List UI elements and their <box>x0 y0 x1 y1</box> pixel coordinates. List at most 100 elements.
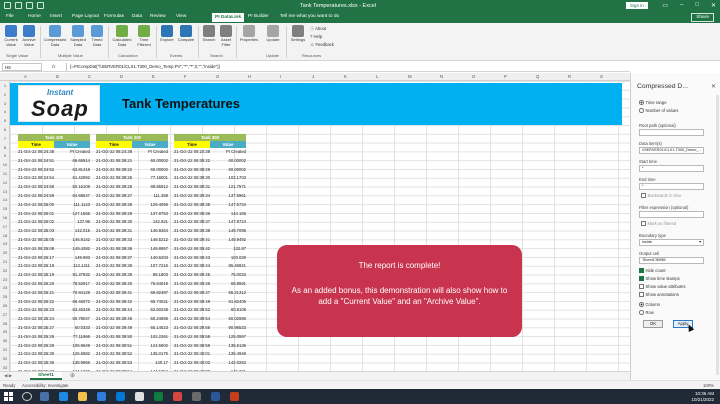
share-button[interactable]: Share <box>691 13 714 22</box>
tab-view[interactable]: View <box>176 14 186 19</box>
timestamp-cell[interactable]: 21-Oct-22 08:40:01 <box>174 350 220 359</box>
close-icon[interactable]: ✕ <box>711 83 716 90</box>
column-header[interactable]: E <box>152 74 155 79</box>
timestamp-cell[interactable]: 21-Oct-22 08:39:26 <box>96 183 142 192</box>
timestamp-cell[interactable]: 21-Oct-22 08:39:31 <box>96 227 142 236</box>
show-annotations-checkbox[interactable]: Show annotations <box>639 292 679 297</box>
column-header[interactable]: C <box>88 74 91 79</box>
column-header[interactable]: K <box>344 74 347 79</box>
value-header[interactable]: Value <box>132 141 168 148</box>
timestamp-cell[interactable]: 21-Oct-22 08:39:26 <box>96 174 142 183</box>
timed-data-button[interactable]: Timed Data <box>88 25 106 47</box>
timestamp-cell[interactable]: 21-Oct-22 08:39:29 <box>174 166 220 175</box>
properties-button[interactable]: Properties <box>238 25 260 43</box>
timestamp-cell[interactable]: 21-Oct-22 08:39:56 <box>174 324 220 333</box>
value-cell[interactable]: 121.7571 <box>220 183 246 192</box>
value-cell[interactable]: PI Created <box>142 148 168 157</box>
maximize-icon[interactable]: □ <box>695 2 699 9</box>
row-header[interactable]: 2 <box>0 92 10 97</box>
column-header[interactable]: P <box>504 74 507 79</box>
timestamp-cell[interactable]: 21-Oct-22 08:39:42 <box>96 298 142 307</box>
column-header[interactable]: Q <box>536 74 539 79</box>
timestamp-cell[interactable]: 21-Oct-22 08:39:40 <box>96 280 142 289</box>
column-header[interactable]: H <box>248 74 251 79</box>
timestamp-cell[interactable]: 21-Oct-22 08:39:52 <box>96 350 142 359</box>
timestamp-cell[interactable]: 21-Oct-22 08:39:33 <box>96 236 142 245</box>
task-view-icon[interactable] <box>40 392 49 401</box>
row-header[interactable]: 18 <box>0 233 10 238</box>
value-cell[interactable]: 66.65914 <box>64 157 90 166</box>
value-header[interactable]: Value <box>54 141 90 148</box>
value-cell[interactable]: 140.6203 <box>142 254 168 263</box>
current-value-button[interactable]: Current Value <box>2 25 20 47</box>
undo-icon[interactable] <box>26 2 33 9</box>
time-filtered-button[interactable]: Time Filtered <box>134 25 154 47</box>
row-header[interactable]: 14 <box>0 197 10 202</box>
value-cell[interactable]: 149.7095 <box>220 227 246 236</box>
value-cell[interactable]: 142.921 <box>142 218 168 227</box>
timestamp-cell[interactable]: 21-Oct-22 08:24:58 <box>18 183 64 192</box>
timestamp-cell[interactable]: 21-Oct-22 08:40:02 <box>174 359 220 368</box>
data-items-input[interactable]: \\SERVER01\CLX1.T300_Demo_... <box>639 147 704 154</box>
tab-review[interactable]: Review <box>150 14 166 19</box>
value-cell[interactable]: 107.7216 <box>142 262 168 271</box>
timestamp-cell[interactable]: 21-Oct-22 08:39:54 <box>174 315 220 324</box>
value-cell[interactable]: 63.45349 <box>64 306 90 315</box>
column-header[interactable]: J <box>312 74 314 79</box>
boundary-type-select[interactable]: inside ▾ <box>639 239 704 246</box>
row-header[interactable]: 11 <box>0 171 10 176</box>
value-cell[interactable]: 149.8957 <box>142 245 168 254</box>
formula-input[interactable]: {=PICompDat("\\SERVER01\CLX1.T300_Demo_T… <box>66 63 626 71</box>
timestamp-cell[interactable]: 21-Oct-22 08:39:28 <box>96 201 142 210</box>
value-cell[interactable]: 65.21312 <box>220 289 246 298</box>
timestamp-cell[interactable]: 21-Oct-22 08:39:37 <box>96 254 142 263</box>
value-cell[interactable]: 60.0333 <box>64 324 90 333</box>
radio-column[interactable]: Column <box>639 302 660 307</box>
value-cell[interactable]: 102.1703 <box>220 174 246 183</box>
row-header[interactable]: 28 <box>0 321 10 326</box>
row-header[interactable]: 17 <box>0 224 10 229</box>
timestamp-cell[interactable]: 21-Oct-22 08:25:22 <box>18 298 64 307</box>
row-header[interactable]: 32 <box>0 356 10 361</box>
timestamp-cell[interactable]: 21-Oct-22 08:25:29 <box>18 342 64 351</box>
timestamp-cell[interactable]: 21-Oct-22 08:39:58 <box>174 333 220 342</box>
row-header[interactable]: 6 <box>0 127 10 132</box>
value-cell[interactable]: 149.4282 <box>64 245 90 254</box>
timestamp-cell[interactable]: 21-Oct-22 08:25:17 <box>18 254 64 263</box>
value-cell[interactable]: 91.37932 <box>64 271 90 280</box>
value-cell[interactable]: 60.24596 <box>142 315 168 324</box>
column-header[interactable]: F <box>184 74 187 79</box>
radio-number-of-values[interactable]: Number of values <box>639 108 678 113</box>
timestamp-cell[interactable]: 21-Oct-22 08:25:18 <box>18 262 64 271</box>
filter-expression-input[interactable] <box>639 211 704 218</box>
row-header[interactable]: 22 <box>0 268 10 273</box>
file-explorer-icon[interactable] <box>78 392 87 401</box>
timestamp-cell[interactable]: 21-Oct-22 08:39:44 <box>96 306 142 315</box>
value-cell[interactable]: 137.8763 <box>142 210 168 219</box>
timestamp-cell[interactable]: 21-Oct-22 08:25:30 <box>18 350 64 359</box>
excel-icon[interactable] <box>154 392 163 401</box>
value-header[interactable]: Value <box>210 141 246 148</box>
timestamp-cell[interactable]: 21-Oct-22 08:25:28 <box>18 333 64 342</box>
value-cell[interactable]: PI Created <box>220 148 246 157</box>
timestamp-cell[interactable]: 21-Oct-22 08:39:39 <box>96 271 142 280</box>
row-header[interactable]: 1 <box>0 83 10 88</box>
value-cell[interactable]: 60.02696 <box>220 315 246 324</box>
timestamp-cell[interactable]: 21-Oct-22 08:39:34 <box>174 192 220 201</box>
row-header[interactable]: 27 <box>0 312 10 317</box>
value-cell[interactable]: 65.14523 <box>142 324 168 333</box>
value-cell[interactable]: 68.8591 <box>220 280 246 289</box>
asset-filter-button[interactable]: Asset Filter <box>218 25 234 47</box>
value-cell[interactable]: 126.5882 <box>64 350 90 359</box>
timestamp-cell[interactable]: 21-Oct-22 08:25:19 <box>18 271 64 280</box>
timestamp-cell[interactable]: 21-Oct-22 08:25:27 <box>18 324 64 333</box>
value-cell[interactable]: 135.5136 <box>220 342 246 351</box>
powerpoint-icon[interactable] <box>230 392 239 401</box>
timestamp-cell[interactable]: 21-Oct-22 08:39:36 <box>174 210 220 219</box>
timestamp-cell[interactable]: 21-Oct-22 08:39:41 <box>174 236 220 245</box>
edge-icon[interactable] <box>59 392 68 401</box>
tab-page-layout[interactable]: Page Layout <box>72 14 99 19</box>
value-cell[interactable]: 90.96533 <box>220 324 246 333</box>
timestamp-cell[interactable]: 21-Oct-22 08:24:38 <box>96 148 142 157</box>
value-cell[interactable]: 148.5212 <box>142 236 168 245</box>
